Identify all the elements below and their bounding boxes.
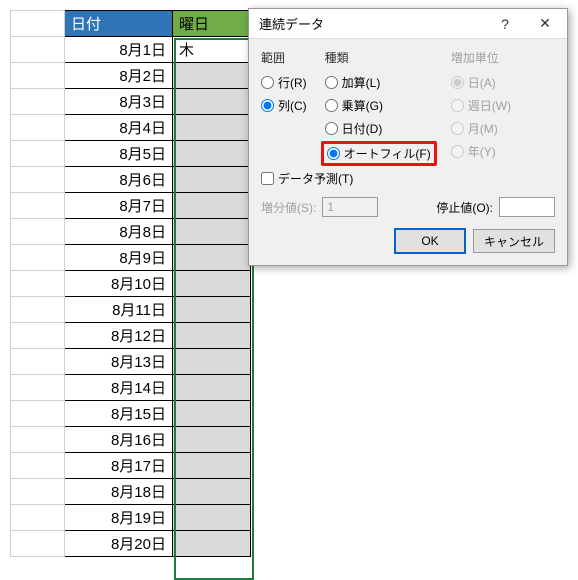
stop-input[interactable] [499,197,555,217]
close-button[interactable]: ✕ [525,10,565,38]
cell-weekday[interactable] [173,323,251,349]
group-unit-title: 増加単位 [451,49,511,66]
row-header[interactable] [11,531,65,557]
group-type: 種類 加算(L) 乗算(G) 日付(D) オートフィル(F) [325,49,433,164]
cell-date[interactable]: 8月15日 [65,401,173,427]
group-date-unit: 増加単位 日(A) 週日(W) 月(M) 年(Y) [451,49,511,164]
cell-date[interactable]: 8月16日 [65,427,173,453]
cell-weekday[interactable] [173,479,251,505]
row-header-blank [11,11,65,37]
row-header[interactable] [11,271,65,297]
help-icon: ? [501,16,509,32]
cell-weekday[interactable] [173,505,251,531]
row-header[interactable] [11,245,65,271]
row-header[interactable] [11,453,65,479]
cell-date[interactable]: 8月10日 [65,271,173,297]
cell-weekday[interactable] [173,375,251,401]
cell-weekday[interactable] [173,193,251,219]
cell-date[interactable]: 8月2日 [65,63,173,89]
cell-date[interactable]: 8月12日 [65,323,173,349]
radio-autofill[interactable]: オートフィル(F) [321,141,437,166]
row-header[interactable] [11,349,65,375]
step-input [322,197,378,217]
radio-cols[interactable]: 列(C) [261,97,307,114]
cell-weekday[interactable] [173,89,251,115]
cell-date[interactable]: 8月5日 [65,141,173,167]
cell-date[interactable]: 8月9日 [65,245,173,271]
row-header[interactable] [11,63,65,89]
cell-date[interactable]: 8月18日 [65,479,173,505]
cell-date[interactable]: 8月20日 [65,531,173,557]
row-header[interactable] [11,323,65,349]
group-type-title: 種類 [325,49,433,66]
col-header-weekday[interactable]: 曜日 [173,11,251,37]
cell-date[interactable]: 8月8日 [65,219,173,245]
checkbox-trend[interactable]: データ予測(T) [261,170,555,187]
row-header[interactable] [11,297,65,323]
help-button[interactable]: ? [485,10,525,38]
cell-date[interactable]: 8月19日 [65,505,173,531]
cell-weekday[interactable] [173,141,251,167]
row-header[interactable] [11,167,65,193]
row-header[interactable] [11,427,65,453]
close-icon: ✕ [539,15,551,32]
cell-weekday[interactable] [173,115,251,141]
radio-linear[interactable]: 加算(L) [325,74,433,91]
cell-weekday[interactable] [173,427,251,453]
cell-weekday[interactable] [173,297,251,323]
cell-date[interactable]: 8月14日 [65,375,173,401]
cancel-button[interactable]: キャンセル [473,229,555,253]
row-header[interactable] [11,193,65,219]
row-header[interactable] [11,401,65,427]
cell-date[interactable]: 8月1日 [65,37,173,63]
cell-weekday[interactable] [173,531,251,557]
row-header[interactable] [11,219,65,245]
row-header[interactable] [11,505,65,531]
stop-label: 停止値(O): [436,199,493,216]
radio-year: 年(Y) [451,143,511,160]
group-range-title: 範囲 [261,49,307,66]
row-header[interactable] [11,375,65,401]
dialog-titlebar[interactable]: 連続データ ? ✕ [249,9,567,39]
group-range: 範囲 行(R) 列(C) [261,49,307,164]
cell-weekday[interactable] [173,245,251,271]
cell-weekday[interactable] [173,401,251,427]
cell-weekday[interactable] [173,453,251,479]
cell-date[interactable]: 8月17日 [65,453,173,479]
row-header[interactable] [11,479,65,505]
cell-weekday[interactable]: 木 [173,37,251,63]
cell-weekday[interactable] [173,63,251,89]
ok-button[interactable]: OK [395,229,465,253]
row-header[interactable] [11,89,65,115]
radio-weekday: 週日(W) [451,97,511,114]
spreadsheet-grid[interactable]: 日付 曜日 8月1日木8月2日8月3日8月4日8月5日8月6日8月7日8月8日8… [10,10,251,557]
cell-date[interactable]: 8月11日 [65,297,173,323]
cell-date[interactable]: 8月4日 [65,115,173,141]
dialog-title: 連続データ [259,14,485,33]
step-label: 増分値(S): [261,199,316,216]
cell-date[interactable]: 8月13日 [65,349,173,375]
cell-date[interactable]: 8月7日 [65,193,173,219]
cell-date[interactable]: 8月6日 [65,167,173,193]
radio-month: 月(M) [451,120,511,137]
radio-rows[interactable]: 行(R) [261,74,307,91]
row-header[interactable] [11,141,65,167]
cell-weekday[interactable] [173,219,251,245]
radio-day: 日(A) [451,74,511,91]
cell-weekday[interactable] [173,271,251,297]
radio-date[interactable]: 日付(D) [325,120,433,137]
cell-weekday[interactable] [173,349,251,375]
cell-date[interactable]: 8月3日 [65,89,173,115]
row-header[interactable] [11,37,65,63]
cell-weekday[interactable] [173,167,251,193]
radio-growth[interactable]: 乗算(G) [325,97,433,114]
row-header[interactable] [11,115,65,141]
col-header-date[interactable]: 日付 [65,11,173,37]
series-dialog: 連続データ ? ✕ 範囲 行(R) 列(C) 種類 加算(L) [248,8,568,266]
